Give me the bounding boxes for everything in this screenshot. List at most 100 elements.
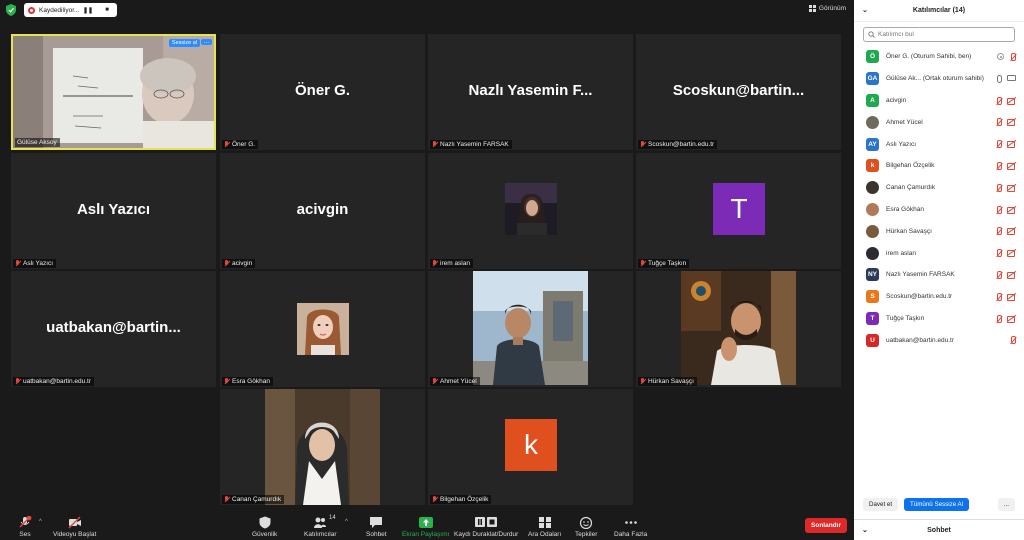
participant-name: Öner G. (Oturum Sahibi, ben) (886, 53, 972, 61)
participant-row[interactable]: Canan Çamurdık (854, 177, 1024, 199)
participant-status-icons (995, 183, 1016, 192)
start-video-button[interactable]: Videoyu Başlat (53, 516, 96, 538)
mic-muted-icon[interactable] (995, 292, 1002, 301)
reactions-label: Tepkiler (575, 531, 598, 538)
participant-row[interactable]: NY Nazlı Yasemin FARSAK (854, 264, 1024, 286)
mic-muted-icon[interactable] (995, 270, 1002, 279)
shield-icon[interactable] (6, 4, 16, 16)
camera-off-icon[interactable] (1007, 315, 1016, 323)
stop-recording-icon[interactable]: ■ (101, 4, 113, 16)
view-button[interactable]: Görünüm (808, 5, 846, 12)
mute-participant-button[interactable]: Sessize al (168, 39, 200, 47)
tile-more-button[interactable]: ... (200, 39, 212, 45)
invite-button[interactable]: Davet et (863, 497, 899, 511)
tile-name: Nazlı Yasemin FARSAK (440, 141, 509, 148)
video-tile[interactable]: Esra Gökhan (220, 271, 425, 387)
participant-row[interactable]: T Tuğçe Taşkın (854, 308, 1024, 330)
video-tile[interactable]: Hürkan Savaşçı (636, 271, 841, 387)
video-tile-gulluse[interactable]: Sessize al ... Gülüse Aksoy (11, 34, 216, 150)
meeting-toolbar: Ses ^ Videoyu Başlat Güvenlik Katılımcıl… (0, 510, 854, 540)
reactions-button[interactable]: Tepkiler (575, 516, 597, 538)
avatar: k (866, 159, 879, 173)
mic-muted-icon[interactable] (995, 161, 1002, 170)
avatar: U (866, 333, 879, 347)
participant-search-input[interactable]: Katılımcı bul (863, 27, 1015, 42)
video-tile[interactable]: k Bilgehan Özçelik (428, 389, 633, 505)
recording-status-icon[interactable] (997, 53, 1004, 60)
camera-off-icon[interactable] (1007, 271, 1016, 279)
participant-row[interactable]: Aacivgin (854, 90, 1024, 112)
video-tile[interactable]: T Tuğçe Taşkın (636, 153, 841, 269)
camera-off-icon[interactable] (1007, 97, 1016, 105)
participant-row[interactable]: GA Gülüse Ak... (Ortak oturum sahibi) (854, 68, 1024, 90)
participant-row[interactable]: AY Aslı Yazıcı (854, 133, 1024, 155)
video-tile[interactable]: Canan Çamurdık (220, 389, 425, 505)
video-tile[interactable]: uatbakan@bartin... uatbakan@bartin.edu.t… (11, 271, 216, 387)
collapse-chevron-icon[interactable]: ⌄ (862, 526, 868, 534)
audio-options-caret-icon[interactable]: ^ (39, 519, 42, 525)
mic-muted-icon[interactable] (995, 140, 1002, 149)
camera-off-icon[interactable] (1007, 293, 1016, 301)
pause-recording-icon[interactable]: ❚❚ (82, 4, 94, 16)
video-tile[interactable]: Ahmet Yücel (428, 271, 633, 387)
participant-row[interactable]: Ö Öner G. (Oturum Sahibi, ben) (854, 46, 1024, 68)
zoom-app: Kaydediliyor... ❚❚ ■ Görünüm Sessize al … (0, 0, 1024, 540)
participant-list: Ö Öner G. (Oturum Sahibi, ben) GA Gülüse Ak… (854, 46, 1024, 351)
recording-label: Kaydediliyor... (39, 6, 80, 14)
share-screen-button[interactable]: Ekran Paylaşımı (402, 516, 449, 538)
video-tile[interactable]: Scoskun@bartin... Scoskun@bartin.edu.tr (636, 34, 841, 150)
camera-off-icon[interactable] (1007, 162, 1016, 170)
participant-row[interactable]: S Scoskun@bartin.edu.tr (854, 286, 1024, 308)
mic-muted-icon[interactable] (995, 227, 1002, 236)
mic-muted-icon[interactable] (1009, 53, 1016, 61)
camera-off-icon[interactable] (1007, 184, 1016, 192)
participant-row[interactable]: Uuatbakan@bartin.edu.tr (854, 329, 1024, 351)
tile-name-label: acivgin (222, 259, 256, 268)
audio-button[interactable]: Ses (18, 516, 32, 538)
video-tile[interactable]: acivgin acivgin (220, 153, 425, 269)
participant-row[interactable]: Esra Gökhan (854, 199, 1024, 221)
avatar: S (866, 290, 879, 304)
video-tile[interactable]: Aslı Yazıcı Aslı Yazıcı (11, 153, 216, 269)
video-tile[interactable]: Öner G. Öner G. (220, 34, 425, 150)
breakout-rooms-button[interactable]: Ara Odaları (528, 516, 561, 538)
participant-row[interactable]: Ahmet Yücel (854, 111, 1024, 133)
mic-muted-icon[interactable] (1009, 336, 1016, 345)
video-tile[interactable]: Nazlı Yasemin F... Nazlı Yasemin FARSAK (428, 34, 633, 150)
profile-photo (265, 389, 380, 505)
camera-off-icon[interactable] (1007, 249, 1016, 258)
mic-muted-icon[interactable] (995, 314, 1002, 323)
panel-more-button[interactable]: ... (997, 497, 1015, 511)
mic-muted-icon[interactable] (995, 118, 1002, 127)
mic-muted-icon (432, 260, 437, 267)
camera-off-icon[interactable] (1007, 118, 1016, 127)
chat-section-header[interactable]: ⌄ Sohbet (854, 519, 1024, 540)
ellipsis-icon (624, 521, 637, 524)
security-button[interactable]: Güvenlik (252, 516, 277, 538)
mic-icon[interactable] (997, 74, 1002, 83)
video-tile[interactable]: irem aslan (428, 153, 633, 269)
more-button[interactable]: Daha Fazla (614, 516, 647, 538)
camera-icon[interactable] (1007, 74, 1016, 81)
participant-row[interactable]: irem aslan (854, 242, 1024, 264)
view-label: Görünüm (818, 5, 846, 12)
mic-muted-icon[interactable] (995, 183, 1002, 192)
participant-row[interactable]: Hürkan Savaşçı (854, 220, 1024, 242)
tile-name: irem aslan (440, 260, 470, 267)
mic-muted-icon[interactable] (995, 96, 1002, 105)
end-meeting-button[interactable]: Sonlandır (805, 518, 847, 533)
pause-stop-recording-button[interactable]: Kaydı Duraklat/Durdur (454, 516, 518, 538)
camera-off-icon[interactable] (1007, 206, 1016, 214)
participants-label: Katılımcılar (304, 531, 337, 538)
camera-off-icon[interactable] (1007, 140, 1016, 149)
participants-options-caret-icon[interactable]: ^ (345, 519, 348, 525)
chat-button[interactable]: Sohbet (366, 516, 387, 538)
mic-muted-icon[interactable] (995, 205, 1002, 214)
collapse-chevron-icon[interactable]: ⌄ (862, 6, 868, 14)
participant-row[interactable]: k Bilgehan Özçelik (854, 155, 1024, 177)
camera-off-icon[interactable] (1007, 227, 1016, 236)
participant-name: irem aslan (886, 249, 916, 257)
mute-all-button[interactable]: Tümünü Sessize Al (904, 497, 970, 511)
tile-name-label: Nazlı Yasemin FARSAK (430, 140, 512, 149)
mic-muted-icon[interactable] (995, 249, 1002, 258)
